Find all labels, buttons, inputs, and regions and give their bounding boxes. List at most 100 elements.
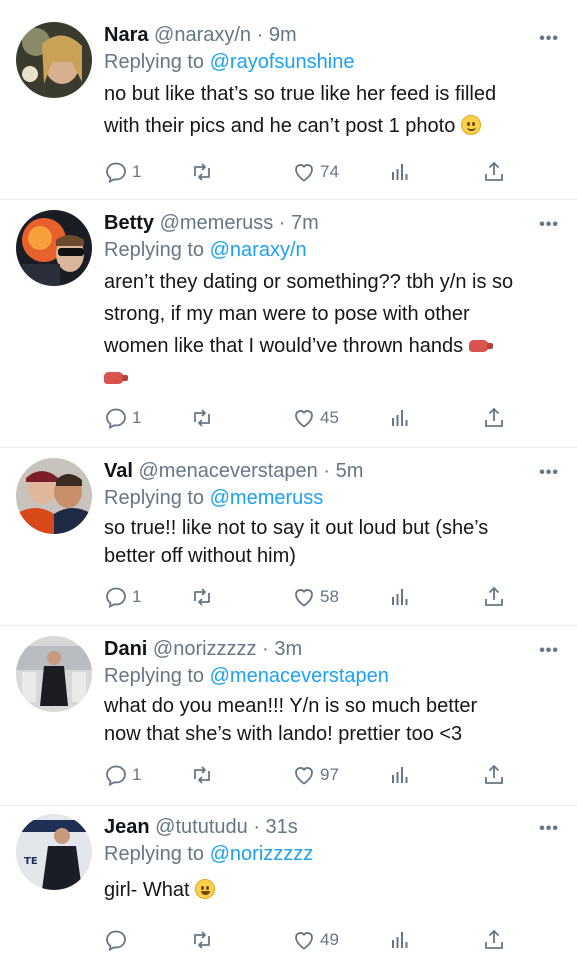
analytics-icon [392,164,408,180]
retweet-button[interactable] [190,763,214,787]
avatar[interactable] [16,210,92,286]
like-button[interactable]: 58 [292,585,339,609]
retweet-icon [194,588,210,606]
avatar[interactable] [16,458,92,534]
separator: · [323,460,331,482]
avatar-image [16,22,92,98]
grinning-face-icon [195,879,216,899]
like-icon [295,410,313,428]
replying-to: Replying to @norizzzzz [104,843,314,865]
analytics-icon [392,410,408,426]
avatar-image [16,636,92,712]
avatar[interactable]: TE [16,814,92,890]
analytics-button[interactable] [388,160,412,184]
separator: · [253,816,260,838]
timestamp[interactable]: 5m [336,460,364,482]
share-icon [485,161,503,181]
analytics-button[interactable] [388,763,412,787]
tweet[interactable]: Betty @memeruss · 7m Replying to @naraxy… [0,200,577,448]
like-button[interactable]: 74 [292,160,339,184]
replying-to: Replying to @menaceverstapen [104,665,389,687]
replying-to-link[interactable]: @memeruss [210,487,324,509]
timestamp[interactable]: 31s [266,816,298,838]
replying-to-link[interactable]: @norizzzzz [210,843,314,865]
like-count: 58 [320,587,339,606]
tweet[interactable]: Dani @norizzzzz · 3m Replying to @menace… [0,626,577,806]
retweet-icon [194,163,210,181]
display-name[interactable]: Val [104,460,133,482]
like-count: 74 [320,162,339,181]
reply-button[interactable]: 1 [104,160,141,184]
retweet-icon [194,931,210,949]
like-button[interactable]: 49 [292,928,339,952]
separator: · [278,212,286,234]
handle[interactable]: @menaceverstapen [138,460,317,482]
analytics-button[interactable] [388,928,412,952]
reply-count: 1 [132,765,142,784]
boxing-glove-icon [104,372,128,384]
action-bar: 1 45 [104,406,504,436]
share-button[interactable] [482,406,506,430]
like-count: 45 [320,408,339,427]
share-button[interactable] [482,928,506,952]
handle[interactable]: @memeruss [160,212,274,234]
share-icon [485,764,503,784]
like-count: 49 [320,930,339,949]
handle[interactable]: @tututudu [155,816,248,838]
retweet-icon [194,766,210,784]
action-bar: 1 74 [104,160,504,190]
timestamp[interactable]: 9m [269,24,297,46]
reply-icon [106,930,126,952]
retweet-button[interactable] [190,928,214,952]
timestamp[interactable]: 3m [274,638,302,660]
avatar[interactable] [16,22,92,98]
retweet-button[interactable] [190,160,214,184]
reply-button[interactable]: 1 [104,763,141,787]
reply-icon [106,587,126,609]
reply-icon [106,765,126,787]
retweet-button[interactable] [190,406,214,430]
more-icon[interactable]: ••• [539,30,559,48]
timestamp[interactable]: 7m [291,212,319,234]
analytics-button[interactable] [388,585,412,609]
avatar-image [16,210,92,286]
separator: · [262,638,269,660]
analytics-button[interactable] [388,406,412,430]
replying-to-link[interactable]: @menaceverstapen [210,665,389,687]
avatar[interactable] [16,636,92,712]
more-icon[interactable]: ••• [539,820,559,838]
tweet[interactable]: Val @menaceverstapen · 5m Replying to @m… [0,448,577,626]
share-icon [485,407,503,427]
more-icon[interactable]: ••• [539,464,559,482]
display-name[interactable]: Jean [104,816,150,838]
tweet[interactable]: Nara @naraxy/n · 9m Replying to @rayofsu… [0,0,577,200]
like-button[interactable]: 97 [292,763,339,787]
replying-to-link[interactable]: @naraxy/n [210,239,307,261]
like-button[interactable]: 45 [292,406,339,430]
tweet[interactable]: TE Jean @tututudu · 31s Replying to @nor… [0,806,577,960]
handle[interactable]: @norizzzzz [153,638,257,660]
reply-count: 1 [132,408,142,427]
share-button[interactable] [482,763,506,787]
retweet-icon [194,409,210,427]
more-icon[interactable]: ••• [539,642,559,660]
replying-to-link[interactable]: @rayofsunshine [210,51,355,73]
reply-count: 1 [132,587,142,606]
replying-to: Replying to @memeruss [104,487,324,509]
display-name[interactable]: Betty [104,212,154,234]
display-name[interactable]: Nara [104,24,148,46]
reply-button[interactable]: 1 [104,585,141,609]
reply-button[interactable]: 1 [104,406,141,430]
retweet-button[interactable] [190,585,214,609]
tweet-text: no but like that’s so true like her feed… [104,83,497,137]
reply-button[interactable] [104,928,132,952]
analytics-icon [392,767,408,783]
reply-count: 1 [132,162,142,181]
handle[interactable]: @naraxy/n [154,24,251,46]
avatar-image [16,458,92,534]
display-name[interactable]: Dani [104,638,147,660]
share-button[interactable] [482,160,506,184]
share-button[interactable] [482,585,506,609]
more-icon[interactable]: ••• [539,216,559,234]
action-bar: 1 97 [104,763,504,793]
